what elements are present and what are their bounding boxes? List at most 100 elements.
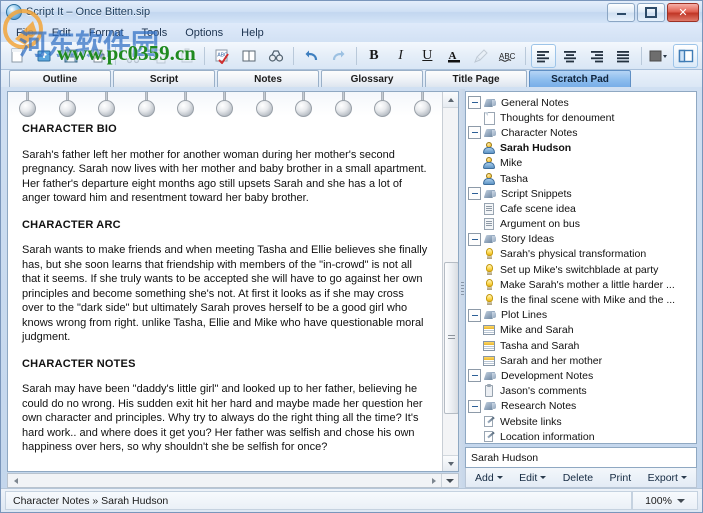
tab-title-page[interactable]: Title Page: [425, 70, 527, 87]
undo-icon[interactable]: [299, 44, 324, 68]
dictionary-book-icon[interactable]: [237, 44, 262, 68]
open-folder-icon[interactable]: [32, 44, 57, 68]
close-button[interactable]: ✕: [667, 3, 699, 22]
tree-node[interactable]: Tasha and Sarah: [466, 338, 696, 353]
collapse-toggle-icon[interactable]: [468, 399, 481, 413]
title-bar: Script It – Once Bitten.sip ✕: [1, 1, 702, 23]
scroll-track[interactable]: [443, 108, 458, 455]
window-controls: ✕: [607, 3, 699, 22]
tree-node[interactable]: General Notes: [466, 95, 696, 110]
menu-options[interactable]: Options: [176, 25, 232, 41]
tab-script[interactable]: Script: [113, 70, 215, 87]
scroll-track-horizontal[interactable]: [23, 474, 426, 487]
collapse-toggle-icon[interactable]: [468, 308, 481, 322]
editor-horizontal-scrollbar[interactable]: [7, 473, 459, 488]
tree-node[interactable]: Sarah's physical transformation: [466, 247, 696, 262]
notes-pane: General Notes Thoughts for denoument Chara…: [465, 89, 702, 488]
tree-node[interactable]: Tasha: [466, 171, 696, 186]
copy-icon[interactable]: [148, 44, 173, 68]
tree-node-label: Story Ideas: [501, 233, 555, 246]
highlighter-icon[interactable]: [468, 44, 493, 68]
collapse-toggle-icon[interactable]: [468, 187, 481, 201]
menu-format[interactable]: Format: [80, 25, 133, 41]
tree-node[interactable]: Development Notes: [466, 368, 696, 383]
collapse-toggle-icon[interactable]: [468, 232, 481, 246]
redo-icon[interactable]: [326, 44, 351, 68]
maximize-button[interactable]: [637, 3, 665, 22]
menu-edit[interactable]: Edit: [43, 25, 80, 41]
add-button[interactable]: Add: [470, 470, 508, 486]
align-justify-button[interactable]: [611, 44, 636, 68]
editor-vertical-scrollbar[interactable]: [442, 92, 458, 471]
font-color-button[interactable]: A: [442, 44, 467, 68]
align-left-button[interactable]: [530, 43, 556, 68]
editor-surface[interactable]: CHARACTER BIO Sarah's father left her mo…: [8, 92, 442, 471]
tab-notes[interactable]: Notes: [217, 70, 319, 87]
tree-node[interactable]: Story Ideas: [466, 232, 696, 247]
spellcheck-icon[interactable]: ABC: [210, 44, 235, 68]
collapse-toggle-icon[interactable]: [468, 369, 481, 383]
tree-node[interactable]: Is the final scene with Mike and the ...: [466, 292, 696, 307]
toggle-side-panel-button[interactable]: [673, 43, 699, 68]
color-swatch-button[interactable]: [647, 44, 672, 68]
tab-scratch-pad[interactable]: Scratch Pad: [529, 70, 631, 87]
tree-node[interactable]: Make Sarah's mother a little harder ...: [466, 277, 696, 292]
scroll-corner-dropdown-icon[interactable]: [441, 474, 458, 487]
scroll-right-arrow-icon[interactable]: [426, 474, 441, 487]
collapse-toggle-icon[interactable]: [468, 126, 481, 140]
document-content[interactable]: CHARACTER BIO Sarah's father left her mo…: [8, 116, 442, 471]
underline-button[interactable]: U: [415, 44, 440, 68]
export-button[interactable]: Export: [643, 470, 692, 486]
tab-glossary[interactable]: Glossary: [321, 70, 423, 87]
scroll-down-arrow-icon[interactable]: [443, 455, 458, 471]
tree-node[interactable]: Set up Mike's switchblade at party: [466, 262, 696, 277]
tree-node[interactable]: Mike: [466, 156, 696, 171]
tree-node[interactable]: Cafe scene idea: [466, 201, 696, 216]
italic-button[interactable]: I: [388, 44, 413, 68]
print-button-label: Print: [609, 471, 632, 484]
tree-node-label: Development Notes: [501, 369, 594, 382]
tree-node[interactable]: Research Notes: [466, 399, 696, 414]
tree-node[interactable]: Sarah Hudson: [466, 141, 696, 156]
pane-splitter[interactable]: [459, 89, 465, 488]
editor-frame: CHARACTER BIO Sarah's father left her mo…: [7, 91, 459, 472]
align-right-button[interactable]: [584, 44, 609, 68]
new-document-icon[interactable]: [5, 44, 30, 68]
tree-node[interactable]: Thoughts for denoument: [466, 110, 696, 125]
minimize-button[interactable]: [607, 3, 635, 22]
tree-node[interactable]: Location information: [466, 429, 696, 443]
paste-icon[interactable]: [174, 44, 199, 68]
tree-node[interactable]: Sarah and her mother: [466, 353, 696, 368]
scroll-up-arrow-icon[interactable]: [443, 92, 458, 108]
tree-node[interactable]: Mike and Sarah: [466, 323, 696, 338]
find-binoculars-icon[interactable]: [263, 44, 288, 68]
plotline-card-icon: [482, 340, 496, 352]
delete-button[interactable]: Delete: [558, 470, 598, 486]
save-icon[interactable]: [58, 44, 83, 68]
zoom-control[interactable]: 100%: [632, 491, 698, 510]
print-icon[interactable]: [85, 44, 110, 68]
tab-outline[interactable]: Outline: [9, 70, 111, 87]
notes-tree[interactable]: General Notes Thoughts for denoument Chara…: [465, 91, 697, 444]
tree-node[interactable]: Website links: [466, 414, 696, 429]
scroll-thumb[interactable]: [444, 262, 458, 414]
menu-tools[interactable]: Tools: [133, 25, 177, 41]
lightbulb-icon: [482, 294, 496, 306]
item-name-field[interactable]: Sarah Hudson: [465, 447, 697, 468]
tree-node[interactable]: Character Notes: [466, 125, 696, 140]
tree-node[interactable]: Jason's comments: [466, 384, 696, 399]
print-button[interactable]: Print: [605, 470, 637, 486]
menu-help[interactable]: Help: [232, 25, 273, 41]
cut-scissors-icon[interactable]: [121, 44, 146, 68]
bold-button[interactable]: B: [362, 44, 387, 68]
tree-node[interactable]: Argument on bus: [466, 217, 696, 232]
scroll-left-arrow-icon[interactable]: [8, 474, 23, 487]
toolbar-separator: [640, 46, 642, 65]
edit-button[interactable]: Edit: [514, 470, 551, 486]
align-center-button[interactable]: [558, 44, 583, 68]
tree-node[interactable]: Plot Lines: [466, 308, 696, 323]
menu-file[interactable]: File: [7, 25, 43, 41]
spelling-abc-button[interactable]: ABC: [495, 44, 520, 68]
collapse-toggle-icon[interactable]: [468, 96, 481, 110]
tree-node[interactable]: Script Snippets: [466, 186, 696, 201]
